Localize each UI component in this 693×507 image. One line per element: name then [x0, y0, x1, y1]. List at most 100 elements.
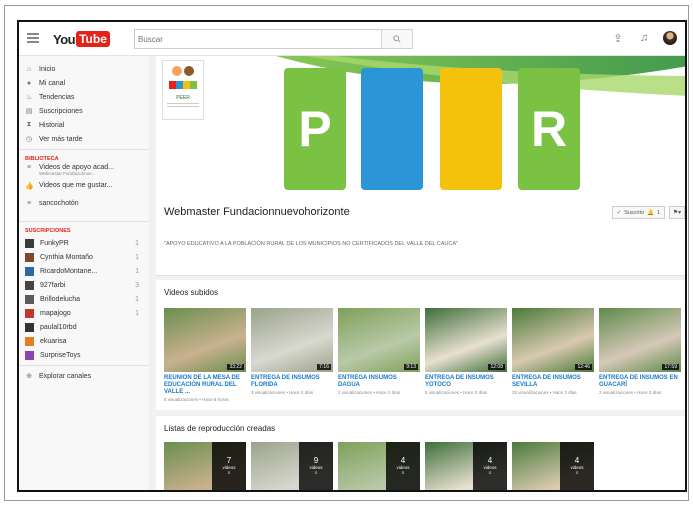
video-thumbnail[interactable]: 12:08: [425, 308, 507, 372]
library-item-0[interactable]: ≡ Videos de apoyo acad... Webmaster Fundac…: [19, 164, 149, 182]
playlist-card[interactable]: 7 videos ≡: [164, 442, 246, 490]
subscription-item-1[interactable]: Cynthia Montaño 1: [19, 250, 149, 264]
playlist-overlay: 4 videos ≡: [473, 442, 507, 490]
video-title[interactable]: ENTREGA DE INSUMOS YOTOCO: [425, 375, 507, 389]
subscription-count: 1: [135, 253, 139, 261]
video-title[interactable]: ENTREGA DE INSUMOS SEVILLA: [512, 375, 594, 389]
video-thumbnail[interactable]: 7:16: [251, 308, 333, 372]
subscription-item-6[interactable]: paulal10rbd: [19, 320, 149, 334]
video-title[interactable]: REUNION DE LA MESA DE EDUCACIÓN RURAL DE…: [164, 375, 246, 396]
subscription-count: 1: [135, 309, 139, 317]
library-item-2[interactable]: ≡ sancochotón: [19, 200, 149, 218]
library-item-label: sancochotón: [39, 200, 79, 207]
channel-avatar: [25, 266, 34, 276]
playlist-count: 4: [574, 456, 580, 465]
sidebar-item-5[interactable]: ◷ Ver más tarde: [19, 132, 149, 146]
upload-icon[interactable]: ⇪: [611, 32, 625, 45]
library-item-label: Videos que me gustar...: [39, 182, 113, 189]
video-meta: 3 visualizaciones • Hace 2 días: [251, 390, 314, 395]
sidebar-item-label: Inicio: [39, 65, 56, 73]
subscription-item-0[interactable]: FunkyPR 1: [19, 236, 149, 250]
subscription-label: mapajogo: [40, 309, 71, 317]
video-card[interactable]: 12:46 ENTREGA DE INSUMOS SEVILLA 25 visual…: [512, 308, 594, 395]
subscription-item-8[interactable]: SurpriseToys: [19, 348, 149, 362]
channel-avatar: [25, 350, 34, 360]
top-icons: ⇪ ♫: [611, 31, 677, 45]
subscribe-button[interactable]: ✓ Suscrito 🔔 1: [611, 206, 665, 219]
playlist-icon: ≡: [488, 470, 492, 475]
subscription-label: FunkyPR: [40, 239, 69, 247]
explore-label: Explorar canales: [39, 372, 92, 380]
clock-icon: ◷: [25, 136, 33, 143]
flag-button[interactable]: ⚑▾: [669, 206, 685, 219]
search-button[interactable]: [381, 29, 413, 49]
channel-avatar: [25, 238, 34, 248]
banner-letter-tile: R: [518, 68, 580, 190]
video-card[interactable]: 7:16 ENTREGA DE INSUMOS FLORIDA 3 visualiz…: [251, 308, 333, 395]
sidebar-item-3[interactable]: ▤ Suscripciones: [19, 104, 149, 118]
video-title[interactable]: ENTREGA DE INSUMOS EN GUACARÍ: [599, 375, 681, 389]
playlist-card[interactable]: 4 videos ≡: [338, 442, 420, 490]
video-meta: 2 visualizaciones • Hace 2 días: [338, 390, 401, 395]
main-content: PEER PEER Webmaster Fundacionnuevohorizo…: [156, 56, 687, 490]
video-card[interactable]: 12:08 ENTREGA DE INSUMOS YOTOCO 5 visualiz…: [425, 308, 507, 395]
video-duration: 7:16: [317, 364, 331, 370]
chevron-right-icon[interactable]: ›: [686, 352, 687, 362]
video-thumbnail[interactable]: 12:46: [512, 308, 594, 372]
video-thumbnail[interactable]: 33:22: [164, 308, 246, 372]
explore-channels[interactable]: ⊕ Explorar canales: [19, 369, 149, 383]
peer-logo-image: PEER: [167, 66, 199, 107]
video-card[interactable]: 9:13 ENTREGA INSUMOS DAGUA 2 visualizacion…: [338, 308, 420, 395]
subscription-count: 1: [135, 239, 139, 247]
subscription-item-7[interactable]: ekuarisa: [19, 334, 149, 348]
youtube-logo[interactable]: You Tube: [53, 31, 110, 47]
library-item-1[interactable]: 👍 Videos que me gustar...: [19, 182, 149, 200]
bell-icon: 🔔: [647, 209, 654, 216]
subscription-item-5[interactable]: mapajogo 1: [19, 306, 149, 320]
sidebar-item-label: Ver más tarde: [39, 135, 83, 143]
subscriptions-title: SUSCRIPCIONES: [25, 228, 71, 234]
subscription-count: 3: [135, 281, 139, 289]
video-title[interactable]: ENTREGA DE INSUMOS FLORIDA: [251, 375, 333, 389]
playlist-icon: ≡: [26, 200, 32, 207]
channel-banner: PEER PEER: [156, 56, 685, 194]
home-icon: ⌂: [26, 65, 32, 73]
menu-icon[interactable]: [27, 33, 39, 43]
channel-header: Webmaster Fundacionnuevohorizonte ✓ Susc…: [156, 194, 685, 276]
bell-icon[interactable]: ♫: [637, 32, 651, 44]
search-input[interactable]: [134, 29, 405, 49]
library-title: BIBLIOTECA: [25, 156, 59, 162]
video-thumbnail[interactable]: 17:59: [599, 308, 681, 372]
subscription-label: ekuarisa: [40, 337, 67, 345]
subscription-label: SurpriseToys: [40, 351, 81, 359]
playlist-card[interactable]: 4 videos ≡: [512, 442, 594, 490]
sidebar-item-0[interactable]: ⌂ Inicio: [19, 62, 149, 76]
sidebar-item-label: Historial: [39, 121, 65, 129]
video-thumbnail[interactable]: 9:13: [338, 308, 420, 372]
document-frame: You Tube ⇪ ♫ ⌂ Inicio ● Mi canal ♨ Tendencias…: [4, 5, 689, 501]
video-card[interactable]: 17:59 ENTREGA DE INSUMOS EN GUACARÍ 2 visu…: [599, 308, 681, 395]
check-icon: ✓: [616, 209, 622, 216]
video-duration: 12:46: [575, 364, 592, 370]
subscription-label: Brillodelucha: [40, 295, 81, 303]
playlist-overlay: 7 videos ≡: [212, 442, 246, 490]
playlist-count: 4: [400, 456, 406, 465]
playlist-card[interactable]: 4 videos ≡: [425, 442, 507, 490]
playlist-icon: ≡: [401, 470, 405, 475]
sidebar-item-1[interactable]: ● Mi canal: [19, 76, 149, 90]
playlist-card[interactable]: 9 videos ≡: [251, 442, 333, 490]
subscription-item-2[interactable]: RicardoMontane... 1: [19, 264, 149, 278]
subscription-item-4[interactable]: Brillodelucha 1: [19, 292, 149, 306]
banner-letter-tile: P: [284, 68, 346, 190]
avatar[interactable]: [663, 31, 677, 45]
channel-avatar: [25, 294, 34, 304]
video-duration: 17:59: [662, 364, 679, 370]
browser-screen: You Tube ⇪ ♫ ⌂ Inicio ● Mi canal ♨ Tendencias…: [17, 20, 687, 492]
video-card[interactable]: 33:22 REUNION DE LA MESA DE EDUCACIÓN RUR…: [164, 308, 246, 402]
sidebar-item-2[interactable]: ♨ Tendencias: [19, 90, 149, 104]
video-title[interactable]: ENTREGA INSUMOS DAGUA: [338, 375, 420, 389]
playlist-overlay: 4 videos ≡: [560, 442, 594, 490]
sidebar-item-4[interactable]: ⧗ Historial: [19, 118, 149, 132]
subscription-item-3[interactable]: 927farbi 3: [19, 278, 149, 292]
banner-letter-tile: E: [361, 68, 423, 190]
